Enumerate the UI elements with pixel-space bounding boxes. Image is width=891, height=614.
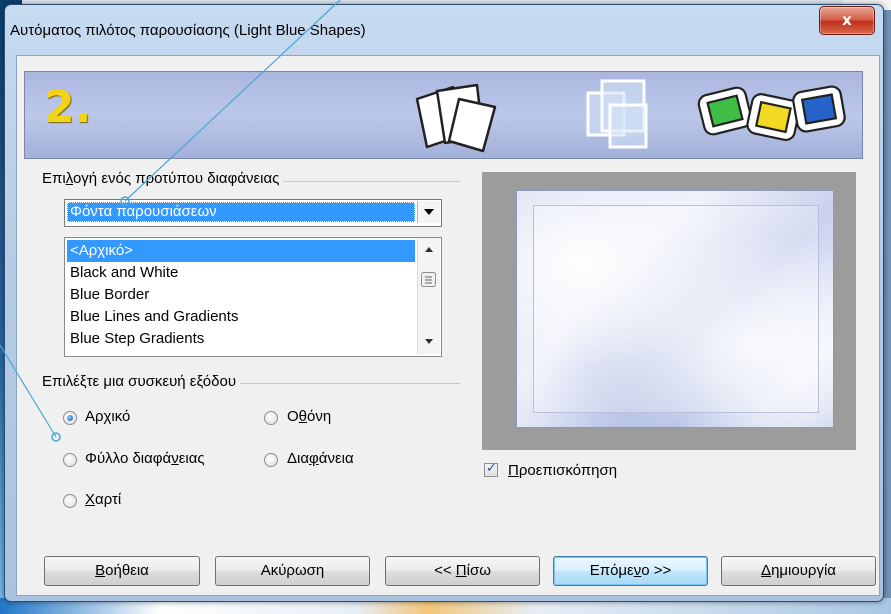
dropdown-button[interactable] [417, 201, 440, 223]
step-number: 2. [44, 82, 92, 133]
output-group-label: Επιλέξτε μια συσκευή εξόδου [42, 373, 241, 390]
close-icon: x [842, 11, 852, 29]
template-list[interactable]: <Αρχικό> Black and White Blue Border Blu… [64, 237, 442, 357]
radio-original[interactable] [63, 411, 77, 425]
scroll-thumb[interactable] [421, 272, 437, 288]
chevron-down-icon [424, 209, 434, 215]
list-item[interactable]: Black and White [67, 262, 415, 284]
overlapping-slides-icon [586, 79, 648, 149]
preview-slide-content-area [533, 205, 819, 413]
list-item[interactable]: <Αρχικό> [67, 240, 415, 262]
scroll-down-icon[interactable] [418, 334, 440, 348]
list-item[interactable]: Blue Lines and Gradients [67, 306, 415, 328]
radio-screen-label[interactable]: Οθόνη [287, 408, 331, 425]
preview-checkbox-label[interactable]: Προεπισκόπηση [508, 462, 617, 479]
template-category-dropdown[interactable]: Φόντα παρουσιάσεων [64, 199, 442, 227]
template-group-label: Επιλογή ενός προτύπου διαφάνειας [42, 170, 284, 187]
template-category-value[interactable]: Φόντα παρουσιάσεων [67, 202, 415, 222]
radio-transparency-sheet-label[interactable]: Φύλλο διαφάνειας [85, 450, 205, 467]
radio-slide[interactable] [264, 453, 278, 467]
list-scrollbar[interactable] [417, 238, 440, 354]
next-button[interactable]: Επόμενο >> [553, 556, 708, 586]
create-button[interactable]: Δημιουργία [721, 556, 876, 586]
dialog-title: Αυτόματος πιλότος παρουσίασης (Light Blu… [10, 22, 366, 39]
cancel-button[interactable]: Ακύρωση [215, 556, 370, 586]
back-button[interactable]: << Πίσω [385, 556, 540, 586]
radio-slide-label[interactable]: Διαφάνεια [287, 450, 354, 467]
radio-transparency-sheet[interactable] [63, 453, 77, 467]
list-item[interactable]: Blue Step Gradients [67, 328, 415, 350]
help-button[interactable]: Βοήθεια [44, 556, 200, 586]
sheets-icon [415, 83, 497, 153]
colored-slides-icon [697, 85, 846, 142]
close-button[interactable]: x [819, 6, 875, 35]
radio-original-label[interactable]: Αρχικό [85, 408, 130, 425]
radio-paper[interactable] [63, 494, 77, 508]
preview-checkbox[interactable]: ✓ [484, 461, 498, 477]
radio-selected-dot [67, 415, 73, 421]
list-item[interactable]: Blue Border [67, 284, 415, 306]
checkmark-icon: ✓ [486, 461, 497, 476]
radio-paper-label[interactable]: Χαρτί [85, 491, 121, 508]
scroll-up-icon[interactable] [418, 242, 440, 256]
radio-screen[interactable] [264, 411, 278, 425]
